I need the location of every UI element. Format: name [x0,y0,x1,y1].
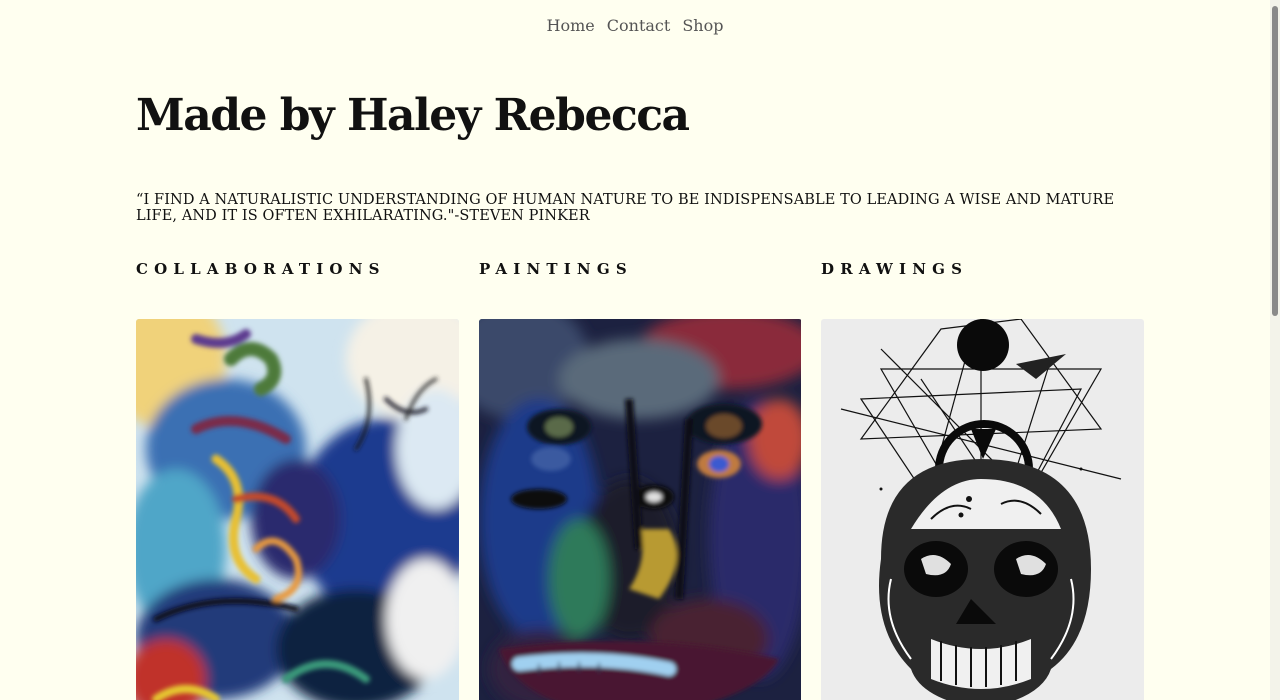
nav-home-link[interactable]: Home [547,16,595,35]
top-nav: Home Contact Shop [0,16,1270,35]
paintings-heading[interactable]: PAINTINGS [479,260,633,278]
paintings-image[interactable] [479,319,802,700]
scrollbar-thumb[interactable] [1272,6,1278,316]
nav-contact-link[interactable]: Contact [607,16,671,35]
skull-drawing-image [821,319,1144,700]
intro-quote: “I FIND A NATURALISTIC UNDERSTANDING OF … [136,192,1115,224]
drawings-heading[interactable]: DRAWINGS [821,260,968,278]
drawings-image[interactable] [821,319,1144,700]
page-title: Made by Haley Rebecca [136,90,690,141]
nav-shop-link[interactable]: Shop [682,16,723,35]
collaborations-heading[interactable]: COLLABORATIONS [136,260,386,278]
abstract-painting-image [136,319,459,700]
face-painting-image [479,319,801,700]
collaborations-image[interactable] [136,319,459,700]
page-scrollbar[interactable] [1270,0,1280,700]
